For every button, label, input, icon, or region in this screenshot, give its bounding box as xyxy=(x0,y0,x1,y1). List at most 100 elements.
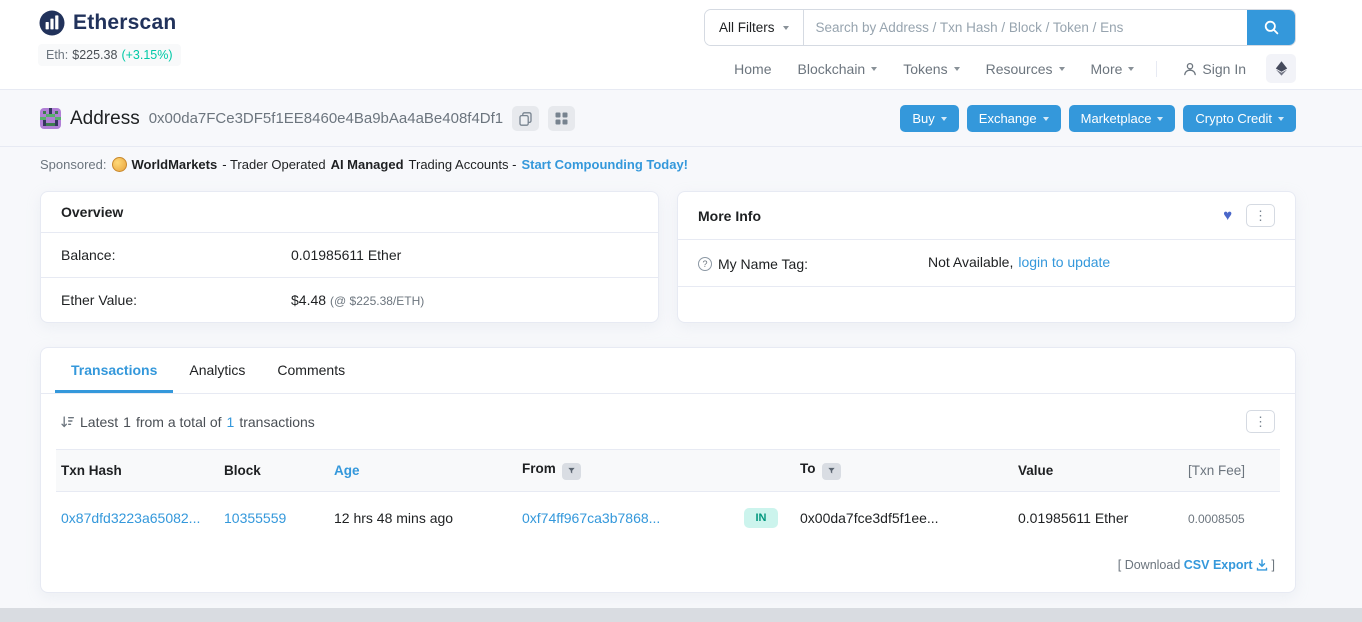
ether-rate-note: (@ $225.38/ETH) xyxy=(330,294,424,308)
more-info-title: More Info xyxy=(698,208,761,224)
table-options-button[interactable]: ⋮ xyxy=(1246,410,1275,433)
tab-bar: Transactions Analytics Comments xyxy=(41,348,1295,394)
brand-name: Etherscan xyxy=(73,11,176,35)
ether-value: $4.48 xyxy=(291,292,326,308)
copy-address-button[interactable] xyxy=(512,106,539,131)
chevron-down-icon xyxy=(1128,67,1134,71)
col-txn-fee: [Txn Fee] xyxy=(1178,450,1280,492)
user-icon xyxy=(1183,62,1197,76)
main-nav: Home Blockchain Tokens Resources More Si… xyxy=(708,54,1296,83)
login-to-update-link[interactable]: login to update xyxy=(1018,254,1110,270)
download-icon xyxy=(1256,559,1268,571)
age-toggle-link[interactable]: Age xyxy=(334,463,360,478)
exchange-button[interactable]: Exchange xyxy=(967,105,1061,132)
marketplace-button[interactable]: Marketplace xyxy=(1069,105,1176,132)
tab-analytics[interactable]: Analytics xyxy=(173,348,261,393)
chevron-down-icon xyxy=(1043,117,1049,121)
direction-badge: IN xyxy=(744,508,778,528)
transactions-table: Txn Hash Block Age From To Valu xyxy=(56,449,1280,544)
brand-column: Etherscan Eth: $225.38 (+3.15%) xyxy=(38,9,181,89)
search-icon xyxy=(1264,20,1279,35)
balance-value: 0.01985611 Ether xyxy=(291,247,401,263)
name-tag-label: My Name Tag: xyxy=(718,256,808,272)
help-icon: ? xyxy=(698,257,712,271)
more-info-card: More Info ♥ ⋮ ? My Name Tag: Not Availab… xyxy=(677,191,1296,323)
nav-blockchain[interactable]: Blockchain xyxy=(798,61,878,77)
eth-price-label: Eth: xyxy=(46,48,68,62)
copy-icon xyxy=(519,112,532,126)
favorite-heart-icon[interactable]: ♥ xyxy=(1223,207,1232,224)
to-filter-icon[interactable] xyxy=(822,463,841,480)
medal-icon xyxy=(112,157,127,172)
ether-value-label: Ether Value: xyxy=(61,292,291,308)
name-tag-row: ? My Name Tag: Not Available, login to u… xyxy=(678,240,1295,287)
col-from: From xyxy=(512,450,734,492)
chevron-down-icon xyxy=(783,26,789,30)
more-options-button[interactable]: ⋮ xyxy=(1246,204,1275,227)
sponsored-brand: WorldMarkets xyxy=(132,157,218,172)
value-cell: 0.01985611 Ether xyxy=(1008,491,1178,544)
chevron-down-icon xyxy=(941,117,947,121)
nav-tokens[interactable]: Tokens xyxy=(903,61,959,77)
grid-icon xyxy=(555,112,568,125)
footer-strip xyxy=(0,608,1362,622)
address-identicon xyxy=(40,108,61,129)
col-to: To xyxy=(790,450,1008,492)
etherscan-page: Etherscan Eth: $225.38 (+3.15%) All Filt… xyxy=(0,0,1362,622)
col-block: Block xyxy=(214,450,324,492)
col-txn-hash: Txn Hash xyxy=(56,450,214,492)
address-title-group: Address 0x00da7FCe3DF5f1EE8460e4Ba9bAa4a… xyxy=(40,106,575,131)
nav-resources[interactable]: Resources xyxy=(986,61,1065,77)
table-header-row: Txn Hash Block Age From To Valu xyxy=(56,450,1280,492)
all-filters-dropdown[interactable]: All Filters xyxy=(705,10,804,45)
apps-grid-button[interactable] xyxy=(548,106,575,131)
nav-divider xyxy=(1156,61,1157,77)
shown-count: 1 xyxy=(123,414,131,430)
all-filters-label: All Filters xyxy=(719,20,775,35)
sign-in-button[interactable]: Sign In xyxy=(1183,61,1246,77)
eth-price-badge[interactable]: Eth: $225.38 (+3.15%) xyxy=(38,44,181,66)
crypto-credit-button[interactable]: Crypto Credit xyxy=(1183,105,1296,132)
etherscan-logo[interactable]: Etherscan xyxy=(38,9,181,37)
from-address-link[interactable]: 0xf74ff967ca3b7868... xyxy=(522,510,660,526)
table-row: 0x87dfd3223a65082... 10355559 12 hrs 48 … xyxy=(56,491,1280,544)
search-input[interactable] xyxy=(804,10,1247,45)
total-count-link[interactable]: 1 xyxy=(227,414,235,430)
chevron-down-icon xyxy=(871,67,877,71)
transactions-card: Transactions Analytics Comments xyxy=(40,347,1296,593)
summary-cards: Overview Balance: 0.01985611 Ether Ether… xyxy=(0,182,1362,323)
address-header: Address 0x00da7FCe3DF5f1EE8460e4Ba9bAa4a… xyxy=(0,90,1362,147)
tab-transactions[interactable]: Transactions xyxy=(55,348,173,393)
nav-home[interactable]: Home xyxy=(734,61,771,77)
transactions-summary: Latest 1 from a total of 1 transactions xyxy=(61,414,315,430)
col-value: Value xyxy=(1008,450,1178,492)
from-filter-icon[interactable] xyxy=(562,463,581,480)
tab-comments[interactable]: Comments xyxy=(261,348,361,393)
balance-label: Balance: xyxy=(61,247,291,263)
search-button[interactable] xyxy=(1247,10,1295,45)
col-age: Age xyxy=(324,450,512,492)
buy-button[interactable]: Buy xyxy=(900,105,958,132)
network-button[interactable] xyxy=(1266,54,1296,83)
col-direction xyxy=(734,450,790,492)
overview-card: Overview Balance: 0.01985611 Ether Ether… xyxy=(40,191,659,323)
sponsored-link[interactable]: Start Compounding Today! xyxy=(521,157,688,172)
eth-price-change: (+3.15%) xyxy=(121,48,172,62)
txn-hash-link[interactable]: 0x87dfd3223a65082... xyxy=(61,510,200,526)
header-right: All Filters Home Blockchain Tokens Resou… xyxy=(704,9,1296,89)
page-content: Address 0x00da7FCe3DF5f1EE8460e4Ba9bAa4a… xyxy=(0,90,1362,608)
ethereum-icon xyxy=(1275,61,1288,76)
page-title: Address xyxy=(70,108,140,130)
chevron-down-icon xyxy=(1059,67,1065,71)
to-address-cell: 0x00da7fce3df5f1ee... xyxy=(790,491,1008,544)
sponsored-label: Sponsored: xyxy=(40,157,107,172)
search-bar: All Filters xyxy=(704,9,1296,46)
balance-row: Balance: 0.01985611 Ether xyxy=(41,233,658,278)
nav-more[interactable]: More xyxy=(1091,61,1135,77)
sort-icon xyxy=(61,416,75,428)
csv-export-link[interactable]: CSV Export xyxy=(1184,558,1253,572)
eth-price-value: $225.38 xyxy=(72,48,117,62)
ether-value-row: Ether Value: $4.48 (@ $225.38/ETH) xyxy=(41,278,658,322)
txn-fee-cell: 0.0008505 xyxy=(1188,512,1245,526)
block-link[interactable]: 10355559 xyxy=(224,510,286,526)
